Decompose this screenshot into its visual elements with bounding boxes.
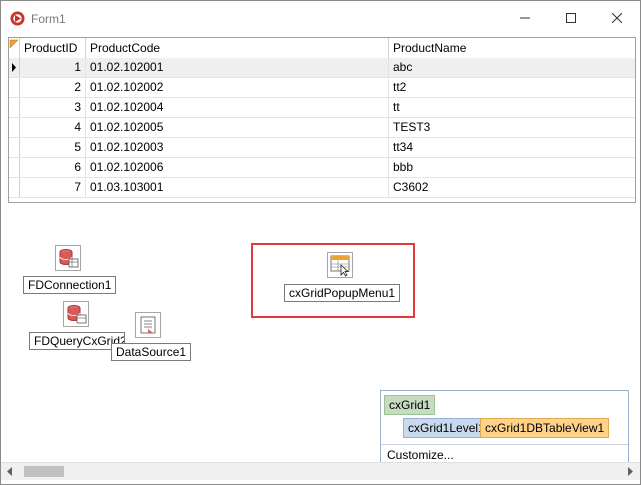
cell-productid[interactable]: 3: [20, 98, 86, 117]
current-row-arrow-icon: [12, 63, 16, 72]
cell-productid[interactable]: 7: [20, 178, 86, 197]
column-header-productname[interactable]: ProductName: [389, 38, 635, 58]
table-row[interactable]: 2 01.02.102002 tt2: [9, 78, 635, 98]
grid-popup-menu-icon[interactable]: [327, 252, 353, 278]
column-header-productcode[interactable]: ProductCode: [86, 38, 389, 58]
title-bar[interactable]: Form1: [1, 1, 640, 35]
close-icon: [612, 13, 622, 23]
row-indicator: [9, 138, 20, 157]
cxgridpopupmenu-label: cxGridPopupMenu1: [284, 284, 401, 302]
cell-productcode[interactable]: 01.02.102001: [86, 58, 389, 77]
cell-productname[interactable]: TEST3: [389, 118, 635, 137]
horizontal-scrollbar[interactable]: [1, 462, 640, 480]
table-row[interactable]: 4 01.02.102005 TEST3: [9, 118, 635, 138]
cell-productname[interactable]: tt: [389, 98, 635, 117]
minimize-button[interactable]: [502, 1, 548, 35]
cell-productid[interactable]: 4: [20, 118, 86, 137]
designer-grid-node[interactable]: cxGrid1: [384, 395, 436, 415]
row-indicator: [9, 178, 20, 197]
database-query-icon[interactable]: [63, 301, 89, 327]
table-row[interactable]: 5 01.02.102003 tt34: [9, 138, 635, 158]
cell-productid[interactable]: 5: [20, 138, 86, 157]
cell-productcode[interactable]: 01.02.102004: [86, 98, 389, 117]
grid-corner-button[interactable]: [9, 38, 20, 58]
minimize-icon: [520, 17, 530, 19]
corner-triangle-icon: [9, 39, 19, 49]
cell-productcode[interactable]: 01.02.102003: [86, 138, 389, 157]
row-indicator: [9, 98, 20, 117]
cell-productid[interactable]: 6: [20, 158, 86, 177]
cell-productname[interactable]: tt2: [389, 78, 635, 97]
maximize-icon: [566, 13, 576, 23]
delphi-app-icon: [10, 11, 25, 26]
cell-productcode[interactable]: 01.02.102005: [86, 118, 389, 137]
datasource-icon[interactable]: [135, 312, 161, 338]
row-indicator: [9, 118, 20, 137]
cell-productname[interactable]: tt34: [389, 138, 635, 157]
window-title: Form1: [31, 12, 66, 26]
maximize-button[interactable]: [548, 1, 594, 35]
cell-productid[interactable]: 1: [20, 58, 86, 77]
column-header-productid[interactable]: ProductID: [20, 38, 86, 58]
scroll-right-arrow-icon[interactable]: [628, 467, 634, 476]
grid-header-row: ProductID ProductCode ProductName: [9, 38, 635, 59]
cell-productcode[interactable]: 01.02.102006: [86, 158, 389, 177]
designer-separator: [381, 444, 628, 445]
table-row[interactable]: 1 01.02.102001 abc: [9, 58, 635, 78]
close-button[interactable]: [594, 1, 640, 35]
cell-productcode[interactable]: 01.02.102002: [86, 78, 389, 97]
grid-structure-designer: cxGrid1 cxGrid1Level1 cxGrid1DBTableView…: [380, 390, 629, 465]
table-row[interactable]: 3 01.02.102004 tt: [9, 98, 635, 118]
row-indicator: [9, 158, 20, 177]
cell-productcode[interactable]: 01.03.103001: [86, 178, 389, 197]
scrollbar-thumb[interactable]: [24, 466, 64, 477]
table-row[interactable]: 7 01.03.103001 C3602: [9, 178, 635, 198]
cell-productname[interactable]: abc: [389, 58, 635, 77]
form-window: Form1 ProductID ProductCode ProductName: [0, 0, 641, 485]
designer-view-node[interactable]: cxGrid1DBTableView1: [480, 418, 610, 438]
cell-productid[interactable]: 2: [20, 78, 86, 97]
row-indicator: [9, 58, 20, 77]
row-indicator: [9, 78, 20, 97]
fdconnection-label: FDConnection1: [23, 276, 117, 294]
database-connection-icon[interactable]: [55, 245, 81, 271]
datasource-label: DataSource1: [111, 343, 192, 361]
scroll-left-arrow-icon[interactable]: [7, 467, 13, 476]
table-row[interactable]: 6 01.02.102006 bbb: [9, 158, 635, 178]
cell-productname[interactable]: C3602: [389, 178, 635, 197]
cxgrid-table[interactable]: ProductID ProductCode ProductName 1 01.0…: [8, 37, 636, 203]
designer-level-node[interactable]: cxGrid1Level1: [403, 418, 490, 438]
cell-productname[interactable]: bbb: [389, 158, 635, 177]
